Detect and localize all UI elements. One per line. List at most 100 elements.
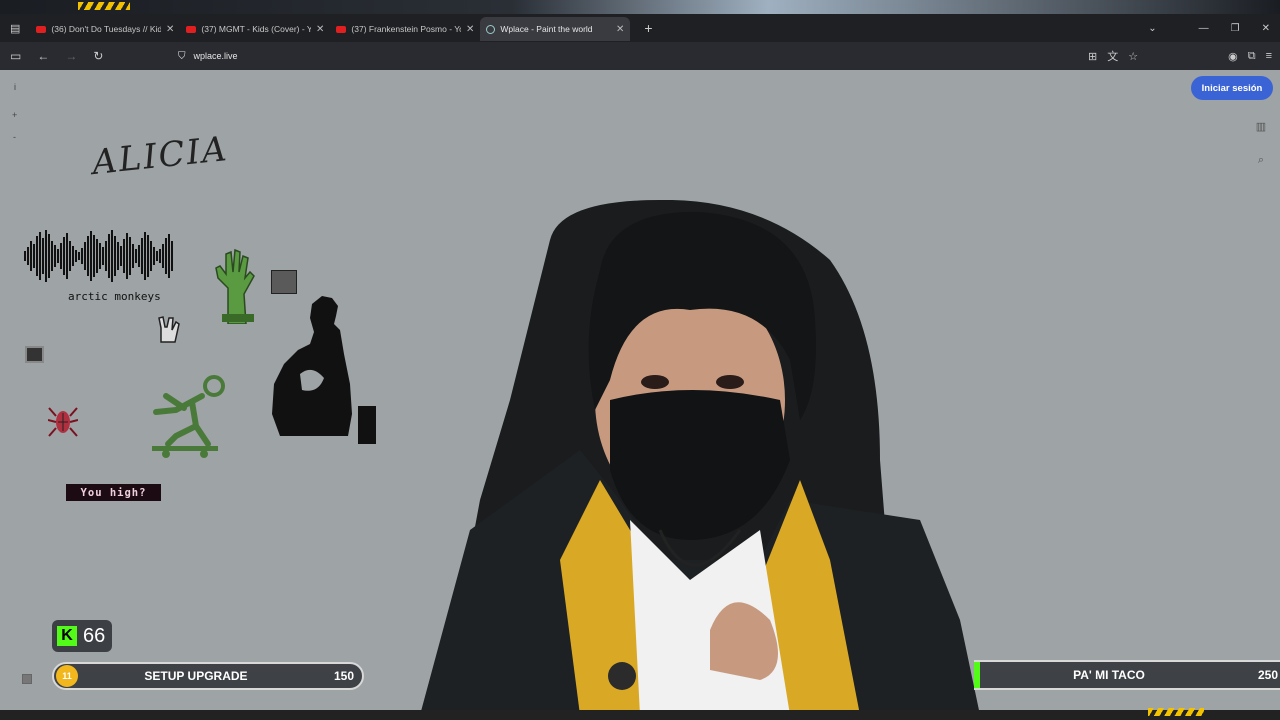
globe-icon	[486, 24, 496, 34]
youtube-icon	[336, 25, 347, 33]
setup-upgrade-goal: 11 SETUP UPGRADE 150	[52, 662, 364, 690]
new-tab-icon[interactable]: +	[644, 20, 652, 36]
site-info-icon[interactable]: ⛉	[178, 51, 186, 62]
soundwave-bar	[36, 236, 38, 276]
profile-icon[interactable]: ◉	[1228, 50, 1238, 63]
soundwave-bar	[54, 245, 56, 267]
goal-badge: 11	[56, 665, 78, 687]
soundwave-bar	[96, 239, 98, 273]
youtube-icon	[186, 25, 197, 33]
overlay-square-icon	[22, 674, 32, 684]
kick-count: 66	[83, 624, 106, 647]
soundwave-bar	[150, 241, 152, 271]
close-icon[interactable]: ✕	[616, 24, 624, 35]
soundwave-bar	[33, 244, 35, 268]
soundwave-bar	[156, 251, 158, 261]
youtube-icon	[36, 25, 47, 33]
soundwave-bar	[51, 241, 53, 271]
close-icon[interactable]: ✕	[166, 24, 174, 35]
soundwave-bar	[87, 236, 89, 276]
soundwave-bar	[111, 230, 113, 282]
soundwave-bar	[90, 231, 92, 281]
soundwave-bar	[78, 252, 80, 260]
soundwave-bar	[108, 234, 110, 278]
hazard-stripes	[1148, 708, 1204, 716]
pixel-art-rock-hand	[158, 316, 180, 343]
pixel-art-tv	[25, 346, 44, 363]
tab-title: Wplace - Paint the world	[500, 24, 593, 34]
close-icon[interactable]: ✕	[466, 24, 474, 35]
close-window-icon[interactable]: ✕	[1262, 23, 1270, 34]
stream-frame-top	[0, 0, 1280, 14]
soundwave-bar	[162, 244, 164, 268]
bookmark-star-icon[interactable]: ☆	[1128, 50, 1138, 63]
extensions-icon[interactable]: ⧉	[1248, 50, 1256, 63]
sidebar-toggle-icon[interactable]: ▭	[10, 49, 21, 63]
soundwave-bar	[165, 238, 167, 274]
pixel-art-arctic-monkeys: arctic monkeys	[68, 290, 161, 303]
tab-title: (37) Frankenstein Posmo - YouT	[351, 24, 461, 34]
soundwave-bar	[129, 237, 131, 275]
menu-icon[interactable]: ≡	[1266, 50, 1272, 62]
soundwave-bar	[126, 233, 128, 279]
soundwave-bar	[93, 235, 95, 277]
soundwave-bar	[57, 249, 59, 263]
soundwave-bar	[63, 237, 65, 275]
browser-tab-bar: ▤ (36) Don't Do Tuesdays // Kids ✕ (37) …	[0, 14, 1280, 42]
toolbar-icons: ⊞ 文 ☆ ◉ ⧉ ≡	[1088, 42, 1272, 70]
kick-logo-icon: K	[57, 626, 77, 646]
reload-icon[interactable]: ↻	[93, 49, 103, 63]
pixel-art-spider	[48, 407, 78, 437]
goal-label: SETUP UPGRADE	[144, 669, 248, 683]
browser-tab[interactable]: (37) Frankenstein Posmo - YouT ✕	[330, 17, 480, 41]
kick-follower-counter: K 66	[52, 620, 112, 652]
url-field[interactable]: ⛉ wplace.live	[178, 47, 1068, 65]
browser-address-bar: ▭ ← → ↻ ⛉ wplace.live ⊞ 文 ☆ ◉ ⧉ ≡	[0, 42, 1280, 70]
soundwave-bar	[132, 244, 134, 268]
zoom-out-button[interactable]: -	[13, 132, 16, 142]
pixel-art-you-high: You high?	[66, 484, 161, 501]
soundwave-bar	[75, 250, 77, 262]
minimize-icon[interactable]: —	[1199, 23, 1209, 34]
goal-value: 150	[333, 669, 354, 683]
back-icon[interactable]: ←	[37, 49, 49, 63]
leaderboard-icon[interactable]: ▥	[1252, 117, 1270, 135]
translate-icon[interactable]: 文	[1107, 48, 1118, 64]
soundwave-bar	[66, 233, 68, 279]
zoom-in-button[interactable]: +	[12, 110, 17, 120]
info-button[interactable]: i	[14, 82, 16, 92]
restore-icon[interactable]: ❐	[1231, 23, 1240, 34]
soundwave-bar	[168, 234, 170, 278]
soundwave-bar	[84, 242, 86, 270]
soundwave-bar	[24, 251, 26, 261]
browser-tab[interactable]: (37) MGMT - Kids (Cover) - You ✕	[180, 17, 330, 41]
tab-list-icon[interactable]: ▤	[0, 22, 30, 35]
wplace-canvas[interactable]: i + - Iniciar sesión ▥ ⌕ ALICIA arctic m…	[0, 70, 1280, 715]
chevron-down-icon[interactable]: ⌄	[1148, 23, 1156, 34]
browser-tab-active[interactable]: Wplace - Paint the world ✕	[480, 17, 631, 41]
soundwave-bar	[39, 232, 41, 280]
tab-title: (37) MGMT - Kids (Cover) - You	[201, 24, 312, 34]
soundwave-bar	[102, 247, 104, 265]
pixel-art-soundwave	[24, 230, 186, 282]
browser-tab[interactable]: (36) Don't Do Tuesdays // Kids ✕	[30, 17, 180, 41]
close-icon[interactable]: ✕	[316, 24, 324, 35]
taco-value: 250	[1257, 668, 1278, 682]
search-location-icon[interactable]: ⌕	[1252, 151, 1270, 169]
soundwave-bar	[30, 241, 32, 271]
login-button[interactable]: Iniciar sesión	[1191, 76, 1273, 100]
soundwave-bar	[144, 232, 146, 280]
soundwave-bar	[123, 239, 125, 273]
tab-title: (36) Don't Do Tuesdays // Kids	[51, 24, 162, 34]
soundwave-bar	[114, 236, 116, 276]
soundwave-bar	[117, 242, 119, 270]
soundwave-bar	[48, 234, 50, 278]
forward-icon[interactable]: →	[65, 49, 77, 63]
soundwave-bar	[99, 243, 101, 269]
soundwave-bar	[105, 241, 107, 271]
soundwave-bar	[153, 247, 155, 265]
install-app-icon[interactable]: ⊞	[1088, 50, 1097, 63]
soundwave-bar	[147, 235, 149, 277]
hazard-stripes	[78, 2, 130, 10]
soundwave-bar	[135, 249, 137, 263]
